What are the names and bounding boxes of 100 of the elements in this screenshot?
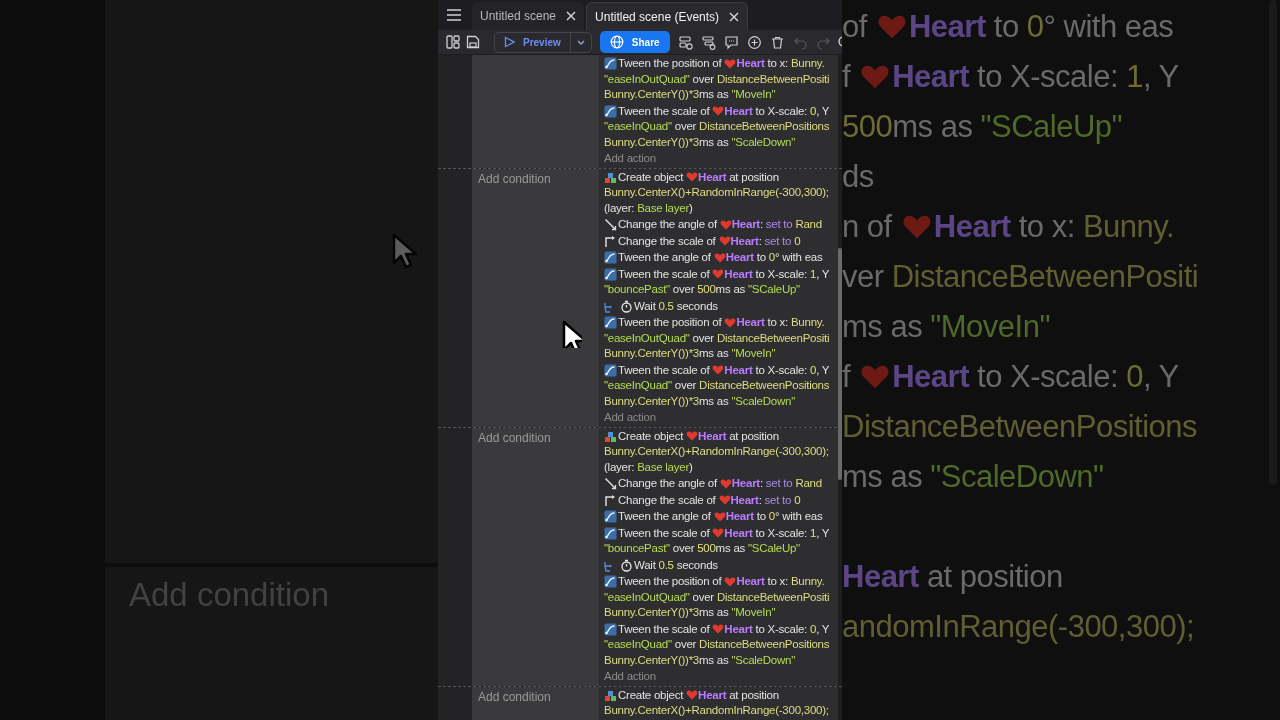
tween-icon — [604, 57, 617, 71]
action-text: ver DistanceBetweenPositi — [842, 258, 1199, 296]
action-text: Change the scale of — [618, 233, 717, 249]
shapes-icon — [604, 688, 617, 702]
heart-icon — [719, 477, 732, 490]
heart-icon — [712, 364, 725, 377]
heart-icon — [713, 251, 726, 264]
action-text: f — [842, 58, 852, 96]
action-text: Heart to X-scale: 0, Y — [724, 103, 830, 119]
scale-icon — [604, 234, 617, 248]
action-text: "easeInOutQuad" over DistanceBetweenPositi — [604, 330, 830, 346]
scrollbar-thumb[interactable] — [838, 248, 842, 480]
action-text: ms as "ScaleDown" — [842, 458, 1104, 496]
action-text: Heart to 0° with eas — [908, 8, 1174, 46]
add-action-link[interactable]: Add action — [604, 410, 656, 426]
action-text: "easeInQuad" over DistanceBetweenPositions — [604, 119, 830, 134]
action-text: Tween the scale of — [618, 266, 711, 282]
heart-icon — [712, 527, 725, 540]
tab[interactable]: Untitled scene — [472, 2, 585, 30]
condition-placeholder[interactable]: Add condition — [478, 687, 593, 706]
heart-icon — [724, 575, 737, 588]
add-action-link[interactable]: Add action — [604, 669, 656, 685]
action-text: Heart at position — [698, 169, 779, 185]
shapes-icon — [604, 170, 617, 184]
comment-icon[interactable] — [723, 34, 739, 50]
action-text: Heart to x: Bunny. — [736, 315, 825, 330]
action-text: of — [842, 8, 869, 46]
cursor-icon — [562, 320, 582, 348]
add-icon[interactable] — [746, 34, 762, 50]
action-text: (layer: Base layer) — [604, 200, 693, 216]
action-text: Heart: set to 0 — [730, 233, 801, 249]
shapes-icon — [604, 429, 617, 443]
heart-icon — [712, 105, 725, 118]
action-text: n of — [842, 208, 894, 246]
heart-icon — [686, 171, 699, 184]
action-text: Create object — [618, 169, 685, 185]
action-text: Heart at position — [698, 687, 779, 703]
layout-icon[interactable] — [446, 35, 460, 49]
action-text: "bouncePast" over 500ms as "SCaleUp" — [604, 282, 800, 297]
add-action-link[interactable]: Add action — [604, 151, 656, 167]
action-text: Wait 0.5 seconds — [634, 298, 718, 314]
action-text: Heart to X-scale: 1, Y — [892, 58, 1179, 96]
add-subevent-icon[interactable] — [700, 34, 716, 50]
action-text: f — [842, 358, 852, 396]
action-text: Heart at position — [698, 428, 779, 444]
tween-icon — [604, 510, 617, 524]
heart-icon — [713, 510, 726, 523]
action-text: Bunny.CenterX()+RandomInRange(-300,300); — [604, 444, 829, 459]
close-icon[interactable] — [729, 11, 740, 22]
tween-icon — [604, 622, 617, 636]
action-text: Heart: set to Rand — [731, 476, 822, 491]
action-text: Heart to 0° with eas — [725, 509, 823, 524]
tween-icon — [604, 526, 617, 540]
play-icon — [504, 36, 515, 48]
angle-icon — [604, 477, 617, 491]
action-text: Heart to X-scale: 0, Y — [724, 621, 830, 637]
heart-icon — [686, 430, 699, 443]
action-text: Bunny.CenterX()+RandomInRange(-300,300); — [604, 185, 829, 200]
close-icon[interactable] — [566, 11, 577, 21]
stopwatch-icon — [620, 558, 633, 572]
tween-icon — [604, 575, 617, 589]
add-event-icon[interactable] — [677, 34, 693, 50]
action-text: Heart to X-scale: 0, Y — [892, 358, 1179, 396]
action-text: Bunny.CenterY())*3ms as "MoveIn" — [604, 346, 776, 361]
heart-icon — [724, 57, 737, 70]
action-text: 500ms as "SCaleUp" — [842, 108, 1123, 146]
action-text: Create object — [618, 687, 685, 703]
action-text: Tween the scale of — [618, 621, 711, 637]
delete-icon[interactable] — [769, 34, 785, 50]
action-text: Tween the position of — [618, 56, 723, 71]
action-text: "easeInOutQuad" over DistanceBetweenPositi — [604, 589, 830, 605]
action-text: Heart to x: Bunny. — [933, 208, 1175, 246]
action-text: Heart to X-scale: 0, Y — [724, 362, 830, 378]
globe-icon — [609, 35, 624, 49]
action-text: Create object — [618, 428, 685, 444]
stopwatch-icon — [620, 299, 633, 313]
action-text: Heart: set to 0 — [730, 492, 801, 508]
heart-icon — [712, 268, 725, 281]
condition-placeholder[interactable]: Add condition — [478, 169, 593, 188]
action-text: Bunny.CenterY())*3ms as "MoveIn" — [604, 87, 776, 102]
action-text: Change the angle of — [618, 476, 719, 491]
heart-icon — [686, 689, 699, 702]
save-icon[interactable] — [466, 35, 480, 49]
action-text: Heart to 0° with eas — [725, 250, 823, 265]
action-text: Bunny.CenterY())*3ms as "ScaleDown" — [604, 134, 795, 150]
action-text: Heart at position — [842, 558, 1063, 596]
cursor-icon — [392, 233, 419, 270]
action-text: Bunny.CenterX()+RandomInRange(-300,300); — [604, 703, 829, 718]
action-text: Heart to X-scale: 1, Y — [724, 525, 830, 541]
share-button[interactable]: Share — [599, 31, 670, 53]
action-text: Change the scale of — [618, 492, 717, 508]
condition-placeholder[interactable]: Add condition — [478, 428, 593, 447]
action-text: "easeInQuad" over DistanceBetweenPositions — [604, 378, 830, 393]
scale-icon — [604, 493, 617, 507]
action-text: (layer: Base layer) — [604, 459, 693, 475]
action-text: Wait 0.5 seconds — [634, 557, 718, 573]
action-text: Tween the scale of — [618, 525, 711, 541]
action-text: Tween the scale of — [618, 103, 711, 119]
tab[interactable]: Untitled scene (Events) — [586, 2, 749, 30]
action-text: Heart: set to Rand — [731, 217, 822, 232]
